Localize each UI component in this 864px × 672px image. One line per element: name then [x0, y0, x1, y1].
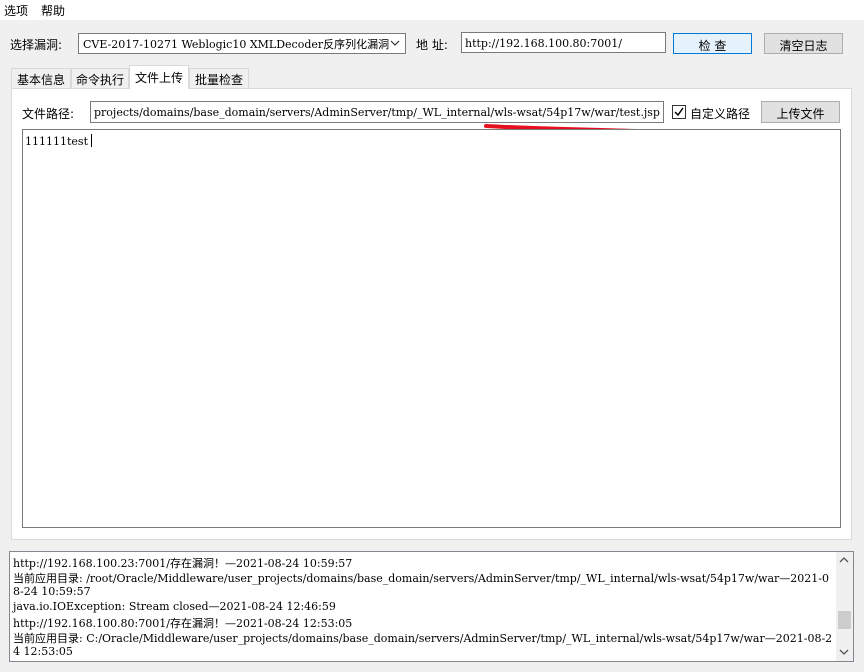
vuln-select[interactable]: CVE-2017-10271 Weblogic10 XMLDecoder反序列化…	[78, 33, 406, 54]
address-input[interactable]: http://192.168.100.80:7001/	[461, 32, 666, 53]
tab-file-upload[interactable]: 文件上传	[129, 65, 189, 89]
log-output[interactable]: http://192.168.100.23:7001/存在漏洞！—2021-08…	[9, 551, 854, 662]
log-line: 4 12:53:05	[13, 645, 73, 658]
vuln-label: 选择漏洞:	[10, 38, 63, 52]
chevron-down-icon	[390, 40, 400, 46]
address-label: 地 址:	[416, 38, 448, 52]
log-line: 8-24 10:59:57	[13, 585, 91, 598]
file-content-textarea[interactable]: 111111test	[22, 129, 841, 528]
log-line: http://192.168.100.23:7001/存在漏洞！—2021-08…	[13, 557, 353, 570]
checkmark-icon	[674, 107, 684, 117]
custom-path-label: 自定义路径	[690, 107, 751, 121]
log-line: 当前应用目录: /root/Oracle/Middleware/user_pro…	[13, 572, 829, 585]
log-line: http://192.168.100.80:7001/存在漏洞！—2021-08…	[13, 617, 353, 630]
menu-bar: 选项 帮助	[0, 0, 864, 20]
check-button[interactable]: 检 查	[673, 33, 752, 54]
scroll-up-icon[interactable]	[839, 555, 849, 565]
file-content-text: 111111test	[25, 135, 88, 148]
vuln-select-value: CVE-2017-10271 Weblogic10 XMLDecoder反序列化…	[83, 38, 390, 51]
tab-command-exec[interactable]: 命令执行	[71, 68, 129, 88]
menu-help[interactable]: 帮助	[41, 2, 65, 19]
tab-basic-info[interactable]: 基本信息	[11, 68, 71, 88]
text-caret	[91, 134, 92, 147]
log-scrollbar[interactable]	[836, 552, 853, 661]
custom-path-checkbox[interactable]	[672, 105, 686, 119]
tab-batch-check[interactable]: 批量检查	[189, 68, 249, 88]
menu-options[interactable]: 选项	[4, 2, 28, 19]
scroll-thumb[interactable]	[838, 611, 851, 629]
address-value: http://192.168.100.80:7001/	[465, 37, 622, 50]
path-value: projects/domains/base_domain/servers/Adm…	[94, 106, 660, 119]
scroll-down-icon[interactable]	[839, 647, 849, 657]
upload-button[interactable]: 上传文件	[761, 101, 840, 123]
log-line: java.io.IOException: Stream closed—2021-…	[13, 600, 336, 613]
log-line: 当前应用目录: C:/Oracle/Middleware/user_projec…	[13, 632, 833, 645]
path-label: 文件路径:	[22, 107, 75, 121]
clear-log-button[interactable]: 清空日志	[764, 33, 843, 54]
